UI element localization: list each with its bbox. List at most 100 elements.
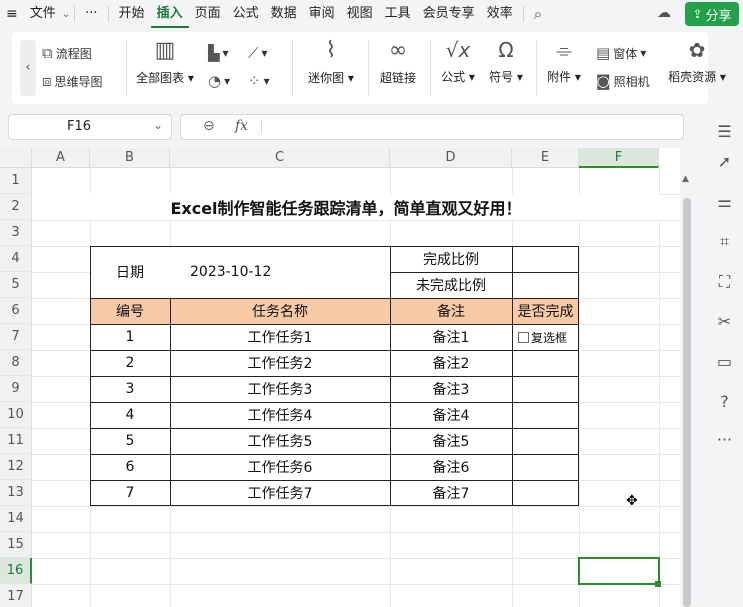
row-header[interactable]: 8 [0, 350, 32, 376]
row-header[interactable]: 6 [0, 298, 32, 324]
line-chart-button[interactable]: ⟋ ▾ [248, 44, 268, 62]
symbol-button[interactable]: Ω 符号 ▾ [484, 38, 528, 85]
row-header[interactable]: 4 [0, 246, 32, 272]
task-number[interactable]: 3 [90, 376, 170, 402]
column-header-f[interactable]: F [579, 148, 659, 168]
task-number[interactable]: 1 [90, 324, 170, 350]
row-header[interactable]: 9 [0, 376, 32, 402]
task-number[interactable]: 2 [90, 350, 170, 376]
header-number[interactable]: 编号 [90, 298, 170, 324]
menu-icon[interactable]: ☰ [706, 122, 743, 141]
row-header[interactable]: 1 [0, 168, 32, 194]
tab-formula[interactable]: 公式 [227, 0, 265, 28]
row-header[interactable]: 2 [0, 194, 32, 220]
formula-bar[interactable]: ⊖ fx [180, 114, 684, 140]
image-icon[interactable]: ⛶ [706, 272, 743, 292]
camera-button[interactable]: ◙ 照相机 [596, 72, 650, 90]
column-chart-button[interactable]: ▙ ▾ [208, 44, 229, 62]
row-header[interactable]: 3 [0, 220, 32, 246]
scrollbar-thumb[interactable] [683, 198, 691, 607]
select-all-corner[interactable] [0, 148, 32, 168]
task-name[interactable]: 工作任务1 [170, 324, 390, 350]
task-number[interactable]: 6 [90, 454, 170, 480]
task-number[interactable]: 5 [90, 428, 170, 454]
flowchart-button[interactable]: ⧉ 流程图 [42, 44, 92, 62]
done-ratio-value[interactable] [512, 246, 579, 272]
more-icon[interactable]: ··· [706, 430, 743, 449]
help-icon[interactable]: ? [706, 392, 743, 411]
task-note[interactable]: 备注5 [390, 428, 512, 454]
task-note[interactable]: 备注7 [390, 480, 512, 506]
fill-handle[interactable] [655, 581, 661, 587]
row-header[interactable]: 11 [0, 428, 32, 454]
task-number[interactable]: 7 [90, 480, 170, 506]
header-done[interactable]: 是否完成 [512, 298, 579, 324]
book-icon[interactable]: ▭ [706, 352, 743, 371]
more-button[interactable]: ··· [79, 0, 103, 28]
scatter-chart-button[interactable]: ⁘ ▾ [248, 72, 270, 90]
tab-insert[interactable]: 插入 [150, 0, 189, 28]
scroll-up-icon[interactable]: ▲ [682, 174, 689, 184]
column-header-c[interactable]: C [170, 148, 390, 168]
menu-icon[interactable]: ≡ [0, 0, 24, 28]
task-name[interactable]: 工作任务4 [170, 402, 390, 428]
tab-data[interactable]: 数据 [265, 0, 303, 28]
header-note[interactable]: 备注 [390, 298, 512, 324]
window-button[interactable]: ▤ 窗体 ▾ [596, 44, 646, 62]
column-header-d[interactable]: D [390, 148, 512, 168]
task-checkbox[interactable]: 复选框 [518, 324, 579, 350]
search-icon[interactable]: ⌕ [528, 0, 548, 28]
task-note[interactable]: 备注3 [390, 376, 512, 402]
row-header[interactable]: 16 [0, 558, 32, 584]
column-header-a[interactable]: A [32, 148, 90, 168]
tab-member[interactable]: 会员专享 [417, 0, 481, 28]
mindmap-button[interactable]: ⧈ 思维导图 [42, 72, 103, 90]
tab-tools[interactable]: 工具 [379, 0, 417, 28]
row-header[interactable]: 5 [0, 272, 32, 298]
tab-review[interactable]: 审阅 [303, 0, 341, 28]
fx-icon[interactable]: fx [235, 118, 248, 134]
column-header-b[interactable]: B [90, 148, 170, 168]
file-menu[interactable]: 文件 [24, 0, 62, 28]
tab-home[interactable]: 开始 [113, 0, 151, 28]
task-name[interactable]: 工作任务3 [170, 376, 390, 402]
tab-page[interactable]: 页面 [189, 0, 227, 28]
task-name[interactable]: 工作任务2 [170, 350, 390, 376]
header-task-name[interactable]: 任务名称 [170, 298, 390, 324]
formula-button[interactable]: √x 公式 ▾ [436, 38, 480, 85]
docer-button[interactable]: ✿ 稻壳资源 ▾ [662, 38, 732, 85]
tools-icon[interactable]: ✂ [706, 312, 743, 331]
sparkline-button[interactable]: ⌇ 迷你图 ▾ [302, 38, 360, 86]
hyperlink-button[interactable]: ∞ 超链接 [374, 38, 422, 86]
done-ratio-label[interactable]: 完成比例 [390, 246, 512, 272]
task-note[interactable]: 备注1 [390, 324, 512, 350]
chevron-down-icon[interactable]: ⌄ [153, 118, 163, 132]
row-header[interactable]: 12 [0, 454, 32, 480]
column-header-e[interactable]: E [512, 148, 579, 168]
name-box[interactable]: F16 ⌄ [8, 114, 172, 140]
checkbox-icon[interactable] [518, 331, 529, 343]
cursor-icon[interactable]: ➚ [706, 152, 743, 171]
row-header[interactable]: 7 [0, 324, 32, 350]
row-header[interactable]: 13 [0, 480, 32, 506]
chevron-down-icon[interactable]: ⌄ [62, 9, 70, 20]
all-charts-button[interactable]: ▥ 全部图表 ▾ [136, 38, 194, 86]
crop-icon[interactable]: ⌗ [706, 232, 743, 252]
row-header[interactable]: 15 [0, 532, 32, 558]
row-header[interactable]: 17 [0, 584, 32, 607]
zoom-icon[interactable]: ⊖ [203, 118, 215, 134]
task-note[interactable]: 备注6 [390, 454, 512, 480]
date-label[interactable]: 日期 [90, 246, 170, 298]
tab-efficiency[interactable]: 效率 [481, 0, 519, 28]
task-number[interactable]: 4 [90, 402, 170, 428]
task-name[interactable]: 工作任务7 [170, 480, 390, 506]
ribbon-scroll-left-button[interactable]: ‹ [20, 40, 36, 96]
cloud-icon[interactable]: ☁ [657, 5, 671, 21]
adjust-icon[interactable]: ⚌ [706, 192, 743, 211]
share-button[interactable]: ⇪ 分享 [685, 2, 739, 26]
sheet-title[interactable]: Excel制作智能任务跟踪清单，简单直观又好用！ [32, 194, 660, 220]
date-value[interactable]: 2023-10-12 [170, 246, 390, 298]
undone-ratio-value[interactable] [512, 272, 579, 298]
task-note[interactable]: 备注2 [390, 350, 512, 376]
undone-ratio-label[interactable]: 未完成比例 [390, 272, 512, 298]
